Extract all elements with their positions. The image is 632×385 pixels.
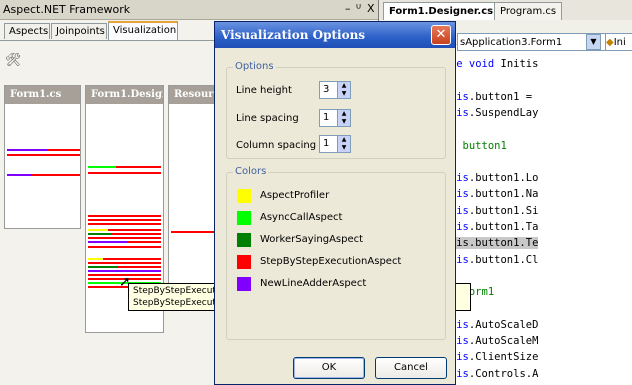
method-icon: ◆ [606,37,614,48]
code-token: .ClientSize [468,351,539,364]
document-column[interactable]: Resources [168,85,219,285]
close-icon[interactable]: X [367,2,375,15]
editor-tabs: Form1.Designer.cs Program.cs [379,0,632,21]
bar-newlineadder [7,174,32,176]
colors-group-title: Colors [233,166,269,177]
code-token: .button1 = [468,90,533,103]
code-token: .button1.Na [468,188,539,201]
color-swatch[interactable] [237,211,251,225]
spin-up-icon[interactable]: ▲ [337,82,350,90]
aspect-color-label: AspectProfiler [260,190,330,201]
pin-icon[interactable]: ᵁ [356,2,361,15]
bar-stepbystep [116,166,161,168]
colors-group: Colors AspectProfiler AsyncCallAspect Wo… [226,166,446,340]
bar-stepbystep [118,266,161,268]
line-height-spinner[interactable]: 3 ▲ ▼ [319,81,351,99]
mouse-cursor-icon: ➚ [119,274,131,290]
color-swatch[interactable] [237,277,251,291]
line-spacing-spinner[interactable]: 1 ▲ ▼ [319,109,351,127]
code-token: .button1.Ta [468,221,539,233]
bar-asynccall [88,166,116,168]
code-token: .Controls.A [468,367,539,380]
tab-joinpoints[interactable]: Joinpoints [51,23,107,39]
tab-visualization[interactable]: Visualization [108,21,178,40]
bar-stepbystep [7,154,80,156]
document-title: Form1.cs [5,86,80,104]
code-token: .AutoScaleD [468,318,539,331]
bar-newlineadder [88,241,128,243]
panel-title: Aspect.NET Framework [3,3,131,16]
color-swatch[interactable] [237,233,251,247]
aspect-color-label: StepByStepExecutionAspect [260,256,402,267]
bar-stepbystep [88,223,161,225]
bar-stepbystep [88,215,161,217]
spin-up-icon[interactable]: ▲ [337,136,350,144]
spin-down-icon[interactable]: ▼ [337,90,350,98]
bar-aspectprofiler [88,229,108,231]
bar-stepbystep [47,149,80,151]
bar-stepbystep [88,172,161,174]
code-token: void [468,58,495,70]
cancel-button[interactable]: Cancel [375,357,447,379]
options-group-title: Options [233,61,276,72]
aspect-color-label: NewLineAdderAspect [260,278,367,289]
dialog-title: Visualization Options [221,28,366,42]
code-token: Initis [494,58,539,70]
wrench-icon[interactable]: 🛠 [5,53,22,68]
color-swatch[interactable] [237,189,251,203]
bar-stepbystep [103,258,161,260]
code-token: .SuspendLay [468,106,539,119]
class-dropdown[interactable]: sApplication3.Form1 [457,33,607,51]
bar-stepbystep [88,246,161,248]
spin-down-icon[interactable]: ▼ [337,144,350,152]
tab-form1-designer[interactable]: Form1.Designer.cs [383,2,500,20]
bar-stepbystep [128,241,161,243]
document-title: Form1.Designer.cs [86,86,163,104]
line-height-value: 3 [323,84,330,95]
document-column[interactable]: Form1.cs [4,85,81,229]
bar-workersaying [88,266,118,268]
chevron-down-icon[interactable]: ▼ [586,34,601,50]
panel-title-bar: Aspect.NET Framework – ᵁ X [0,0,378,20]
code-token: .button1.Si [468,204,539,217]
spin-down-icon[interactable]: ▼ [337,118,350,126]
code-token: .button1.Cl [468,253,539,266]
bar-stepbystep [171,231,219,233]
document-title: Resources [169,86,218,104]
column-spacing-value: 1 [323,138,330,149]
bar-stepbystep [88,237,161,239]
bar-stepbystep [88,219,161,221]
dialog-title-bar: Visualization Options ✕ [215,22,455,48]
ok-button[interactable]: OK [293,357,365,379]
bar-aspectprofiler [88,258,103,260]
color-swatch[interactable] [237,255,251,269]
options-group: Options Line height 3 ▲ ▼ Line spacing 1… [226,61,446,159]
close-icon[interactable]: ✕ [431,25,451,45]
visualization-options-dialog: Visualization Options ✕ Options Line hei… [214,21,456,385]
spin-up-icon[interactable]: ▲ [337,110,350,118]
minimize-icon[interactable]: – [345,2,351,15]
code-token: .button1.Lo [468,172,539,185]
tab-aspects[interactable]: Aspects [4,23,50,39]
bar-stepbystep [112,233,161,235]
line-spacing-value: 1 [323,112,330,123]
aspect-color-label: WorkerSayingAspect [260,234,364,245]
code-token: this.button1.Te [443,237,539,250]
bar-workersaying [88,233,112,235]
bar-newlineadder [88,270,161,272]
member-dropdown[interactable]: ◆Ini [605,33,632,51]
bar-stepbystep [108,229,161,231]
column-spacing-label: Column spacing [236,140,317,151]
code-token: .AutoScaleM [468,335,539,348]
column-spacing-spinner[interactable]: 1 ▲ ▼ [319,135,351,153]
bar-stepbystep [32,174,80,176]
bar-stepbystep [88,262,161,264]
line-spacing-label: Line spacing [236,113,299,124]
line-height-label: Line height [236,85,292,96]
aspect-color-label: AsyncCallAspect [260,212,343,223]
bar-newlineadder [7,149,47,151]
tab-program[interactable]: Program.cs [494,2,563,20]
